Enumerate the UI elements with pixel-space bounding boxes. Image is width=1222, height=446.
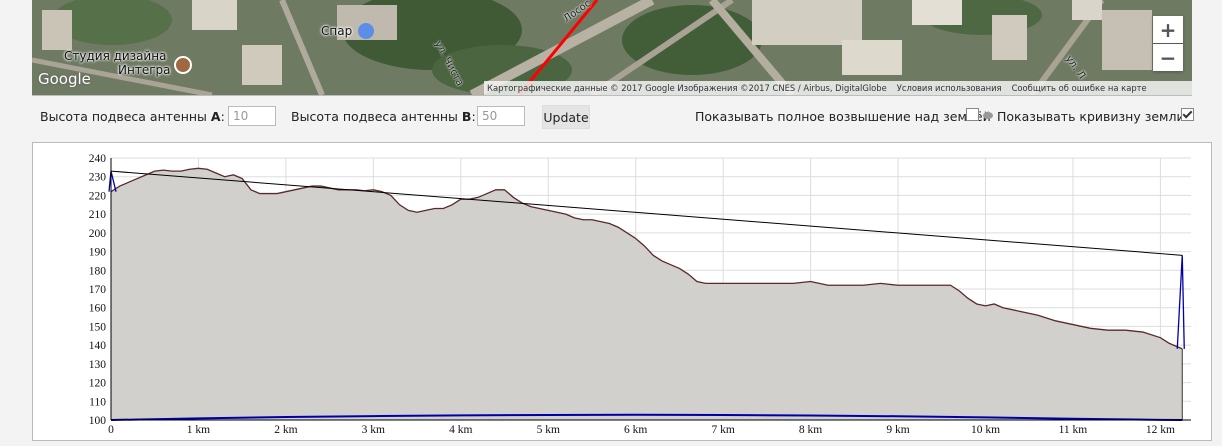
- map-attribution-bar: Картографические данные © 2017 Google Из…: [484, 81, 1192, 95]
- show-full-elevation-checkbox[interactable]: [966, 108, 979, 121]
- y-tick-label: 220: [89, 190, 107, 202]
- x-tick-label: 3 km: [362, 424, 385, 436]
- x-tick-label: 8 km: [799, 424, 822, 436]
- elevation-chart-svg: 100 110 120 130 140 150 160 170 180 190 200 210 220 2…: [89, 153, 1191, 436]
- show-curvature-label: Показывать кривизну земли: [997, 109, 1185, 124]
- poi-spar-label[interactable]: Спар: [321, 24, 352, 38]
- update-button[interactable]: Update: [542, 105, 590, 129]
- zoom-out-button[interactable]: −: [1153, 44, 1183, 71]
- antenna-b-mark: [1176, 255, 1185, 349]
- satellite-map[interactable]: Спар Студия дизайна Интегра Лосос ул. Чи…: [32, 0, 1192, 96]
- antenna-a-height-input[interactable]: [228, 106, 276, 126]
- zoom-in-button[interactable]: +: [1153, 16, 1183, 43]
- antenna-a-label: Высота подвеса антенны A:: [40, 109, 225, 124]
- controls-row: Высота подвеса антенны A: Высота подвеса…: [40, 104, 1194, 130]
- y-tick-label: 210: [89, 209, 107, 221]
- y-tick-label: 150: [89, 321, 107, 333]
- x-tick-label: 2 km: [274, 424, 297, 436]
- x-tick-label: 4 km: [449, 424, 472, 436]
- google-logo: Google: [38, 70, 91, 88]
- poi-studio-label-line2[interactable]: Интегра: [118, 63, 170, 77]
- poi-studio-label-line1[interactable]: Студия дизайна: [64, 49, 166, 63]
- y-tick-label: 230: [89, 172, 107, 184]
- y-tick-label: 140: [89, 340, 107, 352]
- y-tick-label: 240: [89, 153, 107, 165]
- speech-bubble-icon: [983, 112, 993, 119]
- y-tick-label: 200: [89, 228, 107, 240]
- x-tick-label: 5 km: [537, 424, 560, 436]
- antenna-b-height-input[interactable]: [477, 106, 525, 126]
- map-attribution-text: Картографические данные © 2017 Google Из…: [487, 83, 887, 93]
- y-tick-label: 170: [89, 284, 107, 296]
- y-tick-label: 130: [89, 359, 107, 371]
- y-tick-label: 100: [89, 415, 107, 427]
- x-tick-label: 10 km: [971, 424, 1000, 436]
- y-tick-label: 160: [89, 303, 107, 315]
- x-tick-label: 9 km: [886, 424, 909, 436]
- x-tick-label: 7 km: [711, 424, 734, 436]
- y-tick-label: 120: [89, 378, 107, 390]
- x-tick-label: 1 km: [187, 424, 210, 436]
- x-tick-label: 12 km: [1146, 424, 1175, 436]
- map-report-link[interactable]: Сообщить об ошибке на карте: [1012, 83, 1157, 93]
- terrain-area: [111, 168, 1183, 420]
- x-tick-label: 11 km: [1059, 424, 1088, 436]
- map-terms-link[interactable]: Условия использования: [897, 83, 1012, 93]
- show-full-elevation-label: Показывать полное возвышение над землёй: [695, 109, 991, 124]
- antenna-a-mark: [108, 170, 117, 192]
- y-tick-label: 190: [89, 247, 107, 259]
- x-tick-label: 6 km: [624, 424, 647, 436]
- studio-poi-icon[interactable]: [174, 56, 192, 74]
- x-tick-label: 0: [108, 424, 114, 436]
- y-tick-label: 110: [89, 396, 106, 408]
- y-tick-label: 180: [89, 265, 107, 277]
- elevation-profile-chart: 100 110 120 130 140 150 160 170 180 190 200 210 220 2…: [32, 142, 1212, 441]
- page-root: Спар Студия дизайна Интегра Лосос ул. Чи…: [0, 0, 1222, 446]
- antenna-b-label: Высота подвеса антенны B:: [291, 109, 476, 124]
- show-curvature-checkbox[interactable]: [1181, 108, 1194, 121]
- spar-poi-icon[interactable]: [358, 23, 374, 39]
